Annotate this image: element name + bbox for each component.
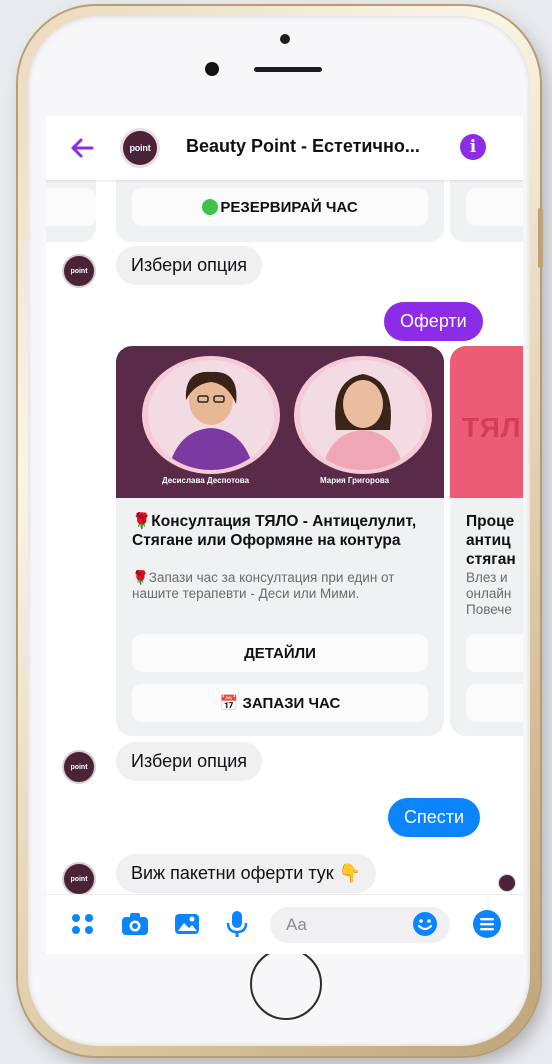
book-appointment-label: РЕЗЕРВИРАЙ ЧАС <box>220 198 358 216</box>
proximity-sensor <box>280 34 290 44</box>
chat-thread: РЕЗЕРВИРАЙ ЧАС point Избери опция Оферти <box>46 180 523 896</box>
logo-text: point <box>129 143 151 153</box>
front-camera <box>205 62 219 76</box>
info-icon[interactable]: i <box>460 134 486 160</box>
green-circle-icon <box>202 199 219 215</box>
side-button <box>538 208 543 268</box>
avatar: point <box>62 750 96 784</box>
emoji-icon[interactable] <box>412 911 438 937</box>
book-button[interactable]: 📅 ЗАПАЗИ ЧАС <box>132 684 428 722</box>
offer-card-subtitle: 🌹Запази час за консултация при един от н… <box>132 570 395 601</box>
offer-card-2-title-line: Проце <box>466 513 515 530</box>
page-title[interactable]: Beauty Point - Естетично... <box>186 136 420 157</box>
avatar-logo-text: point <box>70 267 88 275</box>
home-button[interactable] <box>250 948 322 1020</box>
avatar: point <box>62 862 96 896</box>
offer-card-2-subtitle: Влез и онлайн Повече <box>466 570 512 618</box>
avatar: point <box>62 254 96 288</box>
message-bubble: Избери опция <box>116 246 263 285</box>
offers-reply-bubble: Оферти <box>384 302 483 341</box>
offer-card-2-subtitle-line: Повече <box>466 602 512 617</box>
next-card-button[interactable] <box>466 188 523 226</box>
page-avatar[interactable]: point <box>120 128 160 168</box>
avatar-logo-text: point <box>70 875 88 883</box>
offer-card-2-book-button[interactable] <box>466 684 523 722</box>
read-receipt-avatar <box>498 874 516 892</box>
offer-card: Десислава Деспотова Мария Григорова 🌹Кон… <box>116 346 444 736</box>
details-button[interactable]: ДЕТАЙЛИ <box>132 634 428 672</box>
offer-card-2-image-word: ТЯЛО <box>462 412 523 443</box>
composer-toolbar: Aa <box>46 894 523 954</box>
messenger-screen: point Beauty Point - Естетично... i РЕЗЕ… <box>46 116 523 954</box>
offer-card-2-subtitle-line: Влез и <box>466 570 508 585</box>
offer-card-2-title: Проце антиц стяган <box>466 512 516 569</box>
book-appointment-button[interactable]: РЕЗЕРВИРАЙ ЧАС <box>132 188 428 226</box>
therapist-photo-left <box>148 360 274 470</box>
offer-card-2-title-line: антиц <box>466 532 511 549</box>
back-arrow-icon[interactable] <box>68 134 96 162</box>
therapist-photo-right <box>300 360 426 470</box>
offer-card-image: Десислава Деспотова Мария Григорова <box>116 346 444 498</box>
message-bubble: Виж пакетни оферти тук 👇 <box>116 854 377 893</box>
caption-right: Мария Григорова <box>320 476 390 485</box>
chat-header: point Beauty Point - Естетично... i <box>46 116 523 180</box>
caption-left: Десислава Деспотова <box>162 476 250 485</box>
save-reply-bubble: Спести <box>388 798 481 837</box>
offer-card-2-details-button[interactable] <box>466 634 523 672</box>
top-carousel: РЕЗЕРВИРАЙ ЧАС <box>46 180 523 242</box>
earpiece-speaker <box>254 67 322 72</box>
gallery-icon[interactable] <box>172 909 202 939</box>
prev-card-button[interactable] <box>46 188 96 226</box>
microphone-icon[interactable] <box>222 909 252 939</box>
offer-card-2-title-line: стяган <box>466 551 516 568</box>
offer-card-2: ТЯЛО Проце антиц стяган Влез и онлайн По… <box>450 346 523 736</box>
offer-card-2-subtitle-line: онлайн <box>466 586 512 601</box>
offer-card-title: 🌹Консултация ТЯЛО - Антицелулит, Стягане… <box>132 513 417 549</box>
message-bubble: Избери опция <box>116 742 263 781</box>
camera-icon[interactable] <box>120 909 150 939</box>
offer-card-2-image: ТЯЛО <box>450 346 523 498</box>
avatar-logo-text: point <box>70 763 88 771</box>
apps-grid-icon[interactable] <box>68 909 98 939</box>
menu-icon[interactable] <box>472 909 502 939</box>
